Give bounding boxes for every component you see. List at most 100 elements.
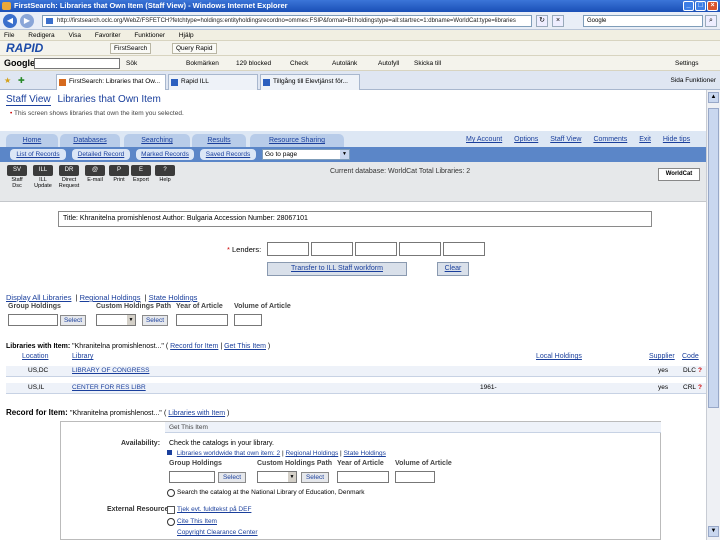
staff-view-label[interactable]: Staff View xyxy=(6,94,51,106)
tab-home[interactable]: Home xyxy=(6,134,58,147)
col-location[interactable]: Location xyxy=(22,353,48,360)
staff-view-link[interactable]: Staff View xyxy=(550,136,581,143)
minimize-icon[interactable]: _ xyxy=(683,1,694,11)
favorites-star-icon[interactable]: ★ xyxy=(4,76,11,85)
menu-help[interactable]: Hjälp xyxy=(179,32,194,39)
cell-library[interactable]: CENTER FOR RES LIBR xyxy=(72,384,146,391)
lender-field-3[interactable] xyxy=(355,242,397,256)
stop-icon[interactable]: × xyxy=(552,15,564,27)
tab-resource-sharing[interactable]: Resource Sharing xyxy=(250,134,344,147)
cite-this-item-link[interactable]: Cite This Item xyxy=(177,518,217,525)
go-to-page-select[interactable]: Go to page ▼ xyxy=(262,149,350,160)
tjek-fuldtekst-link[interactable]: Tjek evt. fuldtekst på DEF xyxy=(177,506,251,513)
regional-holdings-link[interactable]: Regional Holdings xyxy=(80,293,141,302)
lender-field-5[interactable] xyxy=(443,242,485,256)
settings-button[interactable]: Settings xyxy=(675,58,699,69)
google-search-button[interactable]: Sök xyxy=(126,58,137,69)
print-button[interactable]: P Print xyxy=(108,165,130,183)
scroll-up-icon[interactable]: ▲ xyxy=(708,92,719,103)
search-input[interactable]: Google xyxy=(583,15,703,27)
tab-elevtjanst[interactable]: Tillgång till Elevtjänst för... xyxy=(260,74,360,90)
tab-searching[interactable]: Searching xyxy=(124,134,190,147)
tab-tools[interactable]: Sida Funktioner xyxy=(670,76,716,86)
menu-edit[interactable]: Redigera xyxy=(28,32,54,39)
options-link[interactable]: Options xyxy=(514,136,538,143)
hide-tips-link[interactable]: Hide tips xyxy=(663,136,690,143)
tab-databases[interactable]: Databases xyxy=(60,134,120,147)
custom-holdings-select[interactable]: ▼ xyxy=(257,471,297,483)
maximize-icon[interactable]: □ xyxy=(695,1,706,11)
check-button[interactable]: Check xyxy=(290,58,308,69)
clear-button[interactable]: Clear xyxy=(437,262,469,276)
bookmarks-button[interactable]: Bokmärken xyxy=(186,58,219,69)
export-button[interactable]: E Export xyxy=(130,165,152,183)
forward-button[interactable]: ▶ xyxy=(20,14,34,28)
list-of-records-tab[interactable]: List of Records xyxy=(10,149,66,160)
transfer-to-ill-button[interactable]: Transfer to ILL Staff workform xyxy=(267,262,407,276)
direct-request-button[interactable]: DR Direct Request xyxy=(58,165,80,189)
volume-article-input[interactable] xyxy=(395,471,435,483)
tab-rapid[interactable]: Rapid ILL xyxy=(168,74,258,90)
scroll-down-icon[interactable]: ▼ xyxy=(708,526,719,537)
lender-field-2[interactable] xyxy=(311,242,353,256)
year-article-input[interactable] xyxy=(176,314,228,326)
state-holdings-link[interactable]: State Holdings xyxy=(344,450,386,457)
custom-select-button[interactable]: Select xyxy=(142,315,168,326)
marked-records-tab[interactable]: Marked Records xyxy=(136,149,194,160)
group-select-button[interactable]: Select xyxy=(218,472,246,483)
email-button[interactable]: @ E-mail xyxy=(84,165,106,183)
record-for-item-link[interactable]: Record for Item xyxy=(170,343,218,350)
comments-link[interactable]: Comments xyxy=(593,136,627,143)
firstsearch-button[interactable]: FirstSearch xyxy=(110,43,152,54)
copyright-clearance-link[interactable]: Copyright Clearance Center xyxy=(177,529,258,536)
ill-update-button[interactable]: ILL ILL Update xyxy=(32,165,54,189)
tab-results[interactable]: Results xyxy=(192,134,246,147)
detailed-record-tab[interactable]: Detailed Record xyxy=(72,149,130,160)
refresh-icon[interactable]: ↻ xyxy=(536,15,548,27)
checkbox-icon[interactable] xyxy=(167,506,175,514)
volume-article-input[interactable] xyxy=(234,314,262,326)
query-rapid-button[interactable]: Query Rapid xyxy=(172,43,217,54)
close-icon[interactable]: × xyxy=(707,1,718,11)
get-this-item-link[interactable]: Get This Item xyxy=(224,343,266,350)
vertical-scrollbar[interactable]: ▲ ▼ xyxy=(706,90,720,540)
autolink-button[interactable]: Autolänk xyxy=(332,58,357,69)
cell-library[interactable]: LIBRARY OF CONGRESS xyxy=(72,367,149,374)
google-search-input[interactable] xyxy=(34,58,120,69)
exit-link[interactable]: Exit xyxy=(639,136,651,143)
url-input[interactable]: http://firstsearch.oclc.org/WebZ/FSFETCH… xyxy=(42,15,532,27)
send-to-button[interactable]: Skicka till xyxy=(414,58,441,69)
popup-blocked[interactable]: 129 blocked xyxy=(236,58,271,69)
saved-records-tab[interactable]: Saved Records xyxy=(200,149,256,160)
libraries-worldwide-link[interactable]: Libraries worldwide that own item: 2 xyxy=(177,450,280,457)
help-flag-icon[interactable]: ? xyxy=(698,384,702,391)
display-all-libraries-link[interactable]: Display All Libraries xyxy=(6,293,71,302)
menu-view[interactable]: Visa xyxy=(69,32,82,39)
menu-tools[interactable]: Funktioner xyxy=(134,32,165,39)
staff-desc-button[interactable]: SV Staff Dsc xyxy=(6,165,28,189)
menu-file[interactable]: File xyxy=(4,32,14,39)
my-account-link[interactable]: My Account xyxy=(466,136,502,143)
col-local-holdings[interactable]: Local Holdings xyxy=(536,353,582,360)
regional-holdings-link[interactable]: Regional Holdings xyxy=(285,450,338,457)
year-article-input[interactable] xyxy=(337,471,389,483)
tab-firstsearch[interactable]: FirstSearch: Libraries that Ow... xyxy=(56,74,166,90)
col-library[interactable]: Library xyxy=(72,353,93,360)
group-select-button[interactable]: Select xyxy=(60,315,86,326)
help-button[interactable]: ? Help xyxy=(154,165,176,183)
col-supplier[interactable]: Supplier xyxy=(649,353,675,360)
scroll-thumb[interactable] xyxy=(708,108,719,408)
col-code[interactable]: Code xyxy=(682,353,699,360)
state-holdings-link[interactable]: State Holdings xyxy=(149,293,198,302)
add-favorites-icon[interactable]: ✚ xyxy=(18,76,25,85)
back-button[interactable]: ◀ xyxy=(3,14,17,28)
group-holdings-input[interactable] xyxy=(169,471,215,483)
custom-holdings-select[interactable]: ▼ xyxy=(96,314,136,326)
group-holdings-input[interactable] xyxy=(8,314,58,326)
lender-field-1[interactable] xyxy=(267,242,309,256)
libraries-with-item-link[interactable]: Libraries with Item xyxy=(168,410,225,417)
lender-field-4[interactable] xyxy=(399,242,441,256)
search-national-library-link[interactable]: Search the catalog at the National Libra… xyxy=(177,489,365,496)
autofill-button[interactable]: Autofyll xyxy=(378,58,399,69)
custom-select-button[interactable]: Select xyxy=(301,472,329,483)
